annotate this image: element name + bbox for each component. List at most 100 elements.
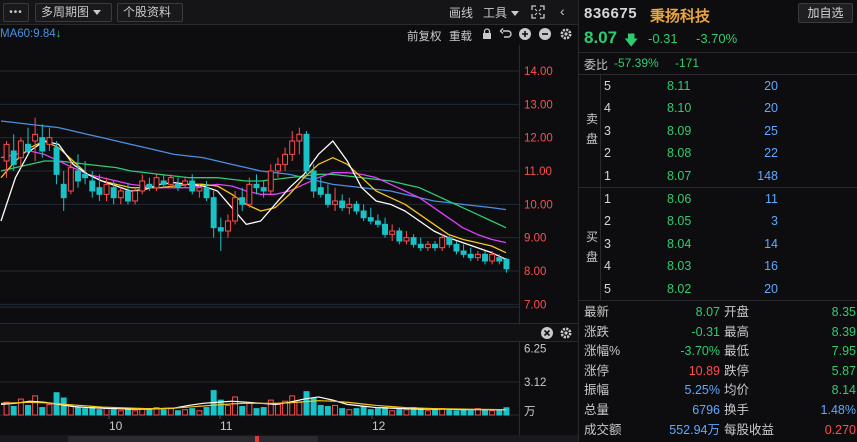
candle-body — [503, 258, 510, 270]
candle-body — [189, 180, 196, 192]
kline-chart[interactable]: 14.00 13.00 12.00 11.00 10.00 9.00 8.00 7.00 6.… — [0, 45, 578, 435]
bid-price: 8.04 — [667, 236, 692, 251]
stock-info-button[interactable]: 个股资料 — [117, 3, 183, 22]
candle-body — [239, 197, 246, 205]
volume-bar — [75, 407, 81, 416]
current-position-marker — [255, 436, 259, 442]
tools-dropdown[interactable]: 工具 — [483, 4, 520, 21]
gear-icon[interactable] — [559, 326, 573, 340]
volume-bar — [496, 409, 503, 416]
volume-bar — [339, 408, 346, 416]
stat-label: 跌停 — [724, 363, 750, 378]
volume-bar — [103, 408, 110, 416]
ask-row[interactable]: 2 8.08 22 — [601, 143, 857, 164]
stat-label: 涨停 — [584, 363, 610, 378]
forward-adjust-button[interactable]: 前复权 — [407, 28, 442, 44]
volume-bar — [189, 408, 196, 416]
volume-bar — [146, 409, 153, 416]
ma60-readout: MA60:9.84↓ — [0, 28, 61, 40]
bid-price: 8.02 — [667, 281, 692, 296]
divider — [579, 52, 857, 53]
ask-volume: 20 — [764, 79, 778, 93]
ask-row[interactable]: 5 8.11 20 — [601, 76, 857, 97]
candle-body — [167, 177, 174, 185]
volume-bar — [289, 395, 296, 416]
lock-icon[interactable] — [480, 27, 494, 41]
zoom-out-icon[interactable] — [538, 27, 552, 41]
expand-icon[interactable] — [531, 5, 545, 19]
ask-price: 8.08 — [667, 146, 692, 161]
price-tick-label: 7.00 — [524, 299, 546, 311]
stat-label: 换手 — [724, 403, 750, 417]
stat-value: 5.87 — [831, 363, 856, 378]
stat-value: 8.07 — [695, 305, 720, 319]
volume-bar — [232, 396, 239, 416]
gear-icon[interactable] — [559, 27, 573, 41]
candle-body — [53, 147, 60, 175]
bid-row[interactable]: 3 8.04 14 — [601, 234, 857, 255]
volume-bar — [110, 409, 117, 416]
chevron-left-icon[interactable]: ‹ — [560, 3, 565, 19]
candle-body — [439, 237, 446, 249]
candle-body — [367, 217, 374, 222]
zoom-in-icon[interactable] — [518, 27, 532, 41]
ask-row[interactable]: 1 8.07 148 — [601, 166, 857, 187]
bid-row[interactable]: 4 8.03 16 — [601, 256, 857, 277]
scrollbar-thumb[interactable] — [68, 436, 318, 442]
close-icon[interactable] — [540, 326, 554, 340]
candle-body — [389, 230, 396, 235]
stat-value: -0.31 — [691, 324, 721, 339]
price-change: -0.31 — [648, 31, 678, 46]
undo-icon[interactable] — [499, 27, 513, 41]
candle-body — [496, 257, 503, 262]
more-menu-button[interactable]: ••• — [3, 3, 29, 22]
price-tick-label: 8.00 — [524, 266, 546, 278]
candle-body — [246, 183, 253, 205]
volume-bar — [274, 403, 281, 416]
volume-bar — [224, 404, 231, 416]
candle-body — [60, 183, 67, 199]
date-tick-label: 12 — [372, 419, 386, 433]
draw-line-button[interactable]: 画线 — [449, 4, 473, 21]
bid-row[interactable]: 5 8.02 20 — [601, 279, 857, 300]
ask-row[interactable]: 4 8.10 20 — [601, 98, 857, 119]
ask-price: 8.11 — [667, 79, 691, 93]
order-ratio-value: -57.39% — [614, 56, 659, 70]
timeline-scrollbar[interactable] — [0, 435, 578, 442]
candle-body — [339, 200, 346, 209]
bid-row[interactable]: 1 8.06 11 — [601, 189, 857, 210]
price-grid — [0, 45, 578, 435]
bid-volume: 11 — [765, 192, 778, 206]
stat-label: 振幅 — [584, 383, 610, 398]
volume-bar — [174, 410, 181, 416]
candle-body — [260, 187, 267, 192]
volume-bar — [60, 397, 67, 416]
multi-period-dropdown[interactable]: 多周期图 — [35, 3, 112, 22]
ask-row[interactable]: 3 8.09 25 — [601, 121, 857, 142]
bid-volume: 14 — [764, 236, 778, 251]
candle-body — [410, 237, 417, 245]
candle-body — [467, 253, 474, 259]
candle-body — [153, 177, 160, 189]
stat-value: 8.14 — [831, 383, 856, 398]
candle-body — [160, 180, 167, 185]
order-ratio-label: 委比 — [584, 58, 609, 72]
bid-row[interactable]: 2 8.05 3 — [601, 211, 857, 232]
price-tick-label: 9.00 — [524, 233, 546, 245]
stat-value: 7.95 — [831, 344, 856, 359]
candle-body — [453, 243, 460, 252]
add-to-watchlist-button[interactable]: 加自选 — [798, 3, 853, 23]
multi-period-label: 多周期图 — [41, 5, 90, 19]
ask-side-text: 卖盘 — [585, 112, 598, 146]
candle-body — [82, 173, 89, 179]
candle-body — [310, 170, 317, 192]
stat-value: 1.48% — [820, 403, 856, 417]
stat-value: 5.25% — [684, 383, 720, 398]
volume-bar — [167, 408, 174, 416]
candle-body — [360, 210, 367, 219]
bid-side-label: 买盘 — [585, 227, 599, 267]
reload-button[interactable]: 重载 — [449, 28, 472, 44]
volume-bar — [160, 409, 167, 416]
candle-body — [224, 220, 231, 232]
volume-bar — [367, 409, 374, 416]
